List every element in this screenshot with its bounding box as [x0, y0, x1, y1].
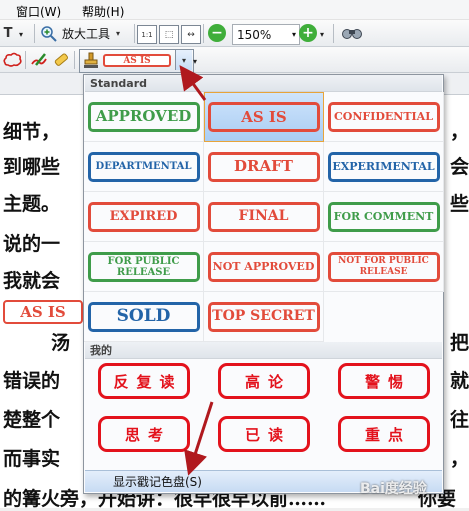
baidu-watermark: Bai度经验	[360, 481, 427, 497]
arrow-to-show-palette	[184, 401, 214, 476]
annotation-arrows	[179, 65, 214, 476]
arrow-to-stamp-dropdown	[179, 65, 207, 101]
